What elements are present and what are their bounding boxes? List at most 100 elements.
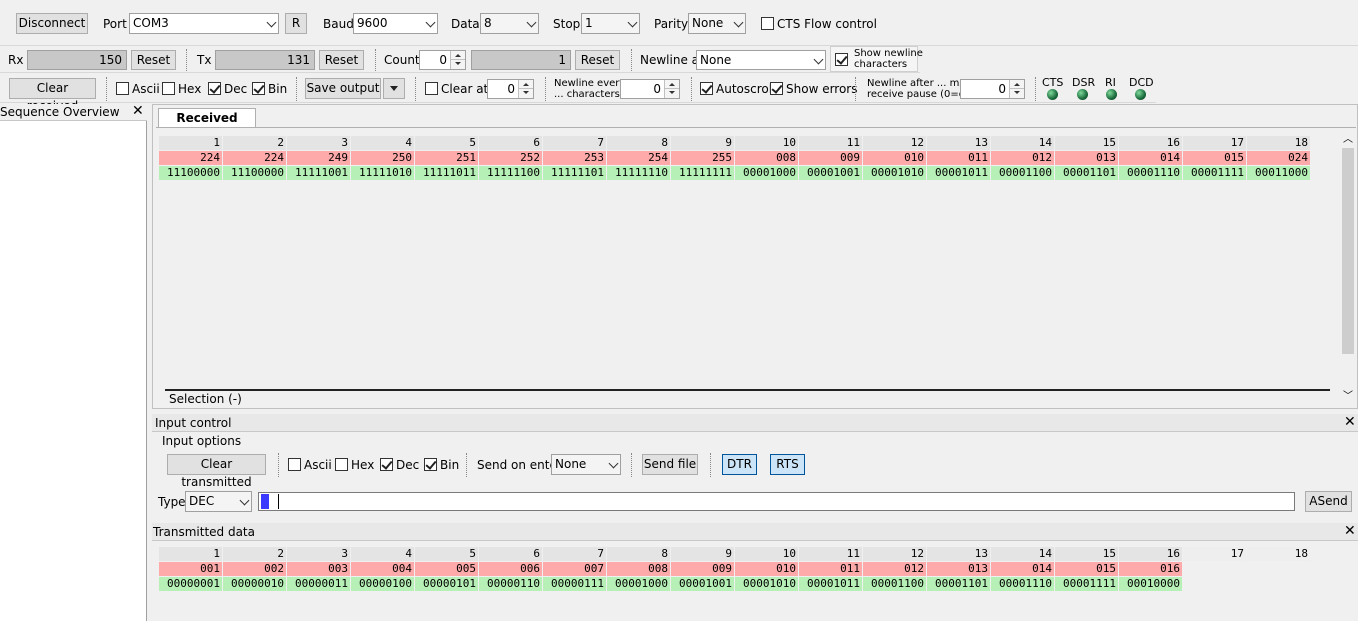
dec-value-cell: 013 [927,562,990,576]
separator [691,77,692,101]
show-newline-checkbox[interactable] [835,53,848,66]
dec-value-cell: 012 [863,562,926,576]
type-label: Type [158,495,186,509]
send-on-enter-label: Send on enter [477,458,562,472]
port-value: COM3 [133,16,169,30]
type-select[interactable]: DEC [185,491,252,512]
port-select[interactable]: COM3 [129,13,279,34]
dec-value-cell: 010 [863,151,926,165]
bin-value-cell: 00001010 [863,166,926,180]
clear-transmitted-button[interactable]: Clear transmitted [167,454,266,489]
separator [466,453,467,477]
column-header-cell: 5 [415,136,478,150]
chevron-down-icon [733,17,744,28]
bin-checkbox[interactable] [252,82,265,95]
spin-down-icon[interactable] [1009,88,1024,98]
baud-label: Baud [323,17,354,31]
refresh-ports-button[interactable]: R [285,13,307,34]
save-output-menu-button[interactable] [383,78,405,99]
asend-button[interactable]: ASend [1305,491,1352,512]
disconnect-button[interactable]: Disconnect [16,13,88,34]
count-spinner[interactable]: 0 [419,50,466,70]
scroll-up-icon[interactable]: ︿ [1343,133,1353,147]
autoscroll-checkbox[interactable] [700,82,713,95]
send-input-field[interactable] [258,492,1295,511]
data-bits-select[interactable]: 8 [480,13,539,34]
parity-select[interactable]: None [688,13,746,34]
dec-value-cell: 008 [607,562,670,576]
newline-at-select[interactable]: None [696,50,826,70]
scroll-down-icon[interactable]: ﹀ [1343,390,1353,404]
count-reset-button[interactable]: Reset [575,50,620,70]
cts-flow-checkbox[interactable] [761,17,774,30]
send-file-button[interactable]: Send file [642,454,698,475]
dec-checkbox[interactable] [208,82,221,95]
dec-value-cell: 004 [351,562,414,576]
dec-value-cell: 251 [415,151,478,165]
dec-value-cell: 009 [799,151,862,165]
column-header-cell: 13 [927,547,990,561]
clear-at-checkbox[interactable] [425,82,438,95]
dec-value-cell: 009 [671,562,734,576]
newline-after-label-1: Newline after ... ms [867,78,965,89]
newline-every-spinner[interactable]: 0 [620,79,680,99]
spin-down-icon[interactable] [664,88,679,98]
bin-value-cell: 00001111 [1183,166,1246,180]
input-ascii-checkbox[interactable] [288,458,301,471]
stop-bits-select[interactable]: 1 [581,13,640,34]
separator [106,77,107,101]
column-header-cell: 9 [671,547,734,561]
input-control-title: Input control [155,416,232,430]
dec-value-cell: 224 [223,151,286,165]
input-hex-checkbox[interactable] [335,458,348,471]
hex-checkbox[interactable] [162,82,175,95]
save-output-button[interactable]: Save output [305,78,381,99]
show-errors-checkbox[interactable] [770,82,783,95]
tx-label: Tx [197,53,212,67]
spin-down-icon[interactable] [518,88,533,98]
chevron-down-icon [266,17,277,28]
rts-toggle-button[interactable]: RTS [770,454,805,475]
bin-value-cell: 11111001 [287,166,350,180]
newline-after-spinner[interactable]: 0 [960,79,1025,99]
count-value: 0 [439,53,447,67]
sequence-overview-title: Sequence Overview [0,105,120,119]
close-icon[interactable]: ✕ [132,104,144,118]
show-errors-label: Show errors [786,82,858,96]
clear-at-spinner[interactable]: 0 [487,79,534,99]
clear-received-button[interactable]: Clear received [9,78,96,113]
cts-flow-label: CTS Flow control [777,17,877,31]
column-header-cell: 6 [479,547,542,561]
clear-at-label: Clear at [441,82,489,96]
input-bin-checkbox[interactable] [424,458,437,471]
spin-down-icon[interactable] [450,59,465,69]
close-icon[interactable]: ✕ [1344,524,1356,538]
rx-reset-button[interactable]: Reset [131,50,176,70]
bin-value-cell: 00001110 [991,577,1054,591]
column-header-cell: 17 [1183,136,1246,150]
input-control-header [152,414,1358,432]
cts-led-icon [1047,89,1058,100]
scrollbar-thumb[interactable] [1342,148,1354,354]
tx-reset-button[interactable]: Reset [319,50,364,70]
tab-received-data[interactable]: Received Data [158,108,256,143]
parity-label: Parity [654,17,689,31]
dtr-toggle-button[interactable]: DTR [722,454,757,475]
send-on-enter-select[interactable]: None [551,454,621,475]
column-header-cell: 18 [1247,547,1310,561]
column-header-cell: 8 [607,547,670,561]
column-header-cell: 3 [287,136,350,150]
dec-value-cell: 011 [799,562,862,576]
close-icon[interactable]: ✕ [1344,415,1356,429]
baud-select[interactable]: 9600 [353,13,438,34]
dec-value-cell: 015 [1055,562,1118,576]
column-header-cell: 10 [735,547,798,561]
caret-down-icon [390,86,398,91]
input-dec-checkbox[interactable] [380,458,393,471]
dec-value-cell: 012 [991,151,1054,165]
bin-value-cell: 11100000 [159,166,222,180]
bin-value-cell: 00000010 [223,577,286,591]
column-header-cell: 2 [223,136,286,150]
ascii-checkbox[interactable] [116,82,129,95]
input-cursor-block [261,494,269,509]
